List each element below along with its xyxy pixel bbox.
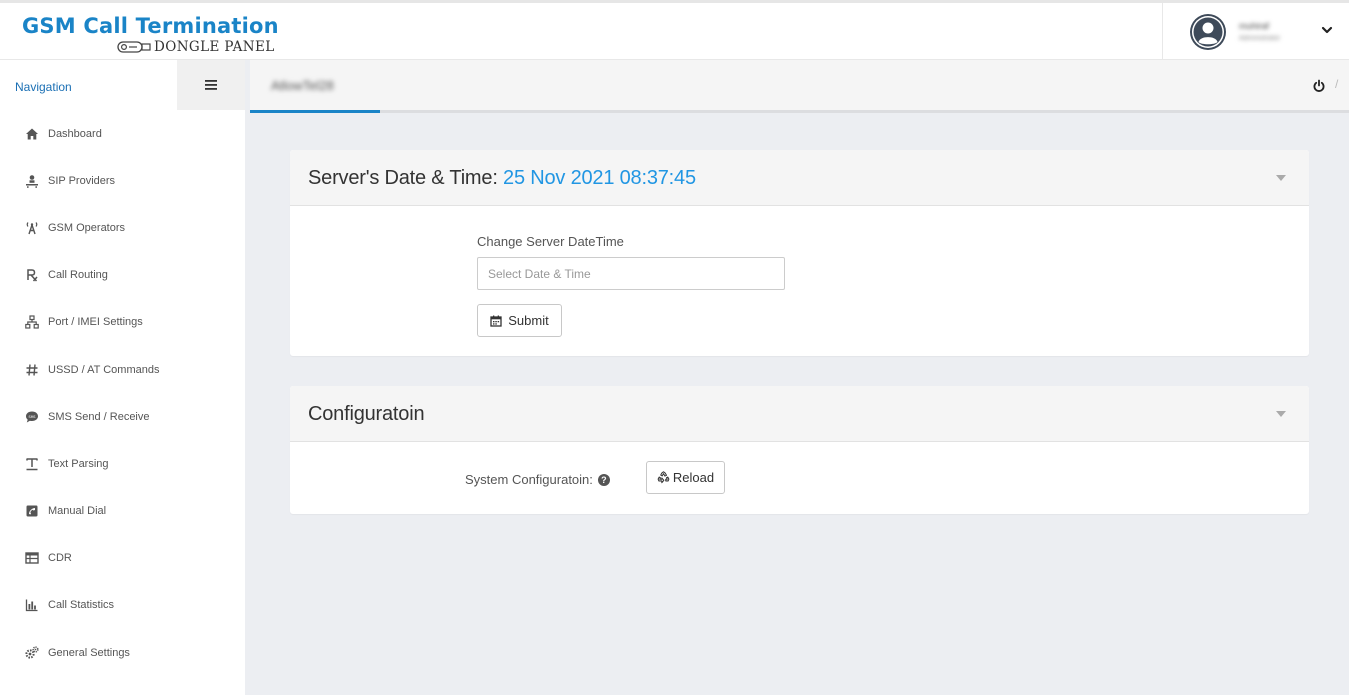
reload-button-label: Reload: [672, 470, 715, 485]
user-name: muhiraf: [1239, 21, 1270, 31]
gears-icon: [24, 645, 40, 661]
sidebar-item-label: General Settings: [48, 646, 130, 659]
sidebar-toggle-button[interactable]: [177, 60, 245, 110]
sidebar-title: Navigation: [15, 80, 72, 94]
sidebar-item-label: CDR: [48, 552, 72, 565]
brand-logo[interactable]: GSM Call Termination DONGLE PANEL: [22, 14, 279, 55]
collapse-caret-icon[interactable]: [1276, 411, 1286, 417]
user-role: Administrator: [1239, 35, 1281, 42]
sidebar-menu: Dashboard SIP Providers GSM Operators Ca…: [0, 110, 245, 676]
user-avatar-icon: [1192, 16, 1224, 48]
hash-icon: [24, 362, 40, 378]
server-datetime-card: Server's Date & Time: 25 Nov 2021 08:37:…: [290, 150, 1309, 356]
sms-icon: SMS: [24, 409, 40, 425]
submit-button[interactable]: Submit: [477, 304, 562, 337]
rx-icon: [24, 267, 40, 283]
sidebar-item-sms-send-receive[interactable]: SMS SMS Send / Receive: [0, 393, 245, 440]
sidebar-item-gsm-operators[interactable]: GSM Operators: [0, 204, 245, 251]
sidebar-item-sip-providers[interactable]: SIP Providers: [0, 157, 245, 204]
tab-active[interactable]: AtlowTel28: [250, 60, 380, 113]
sidebar-header: Navigation: [0, 60, 245, 110]
brand-subtitle-row: DONGLE PANEL: [117, 39, 275, 55]
breadcrumb-separator: /: [1335, 77, 1339, 91]
sidebar-item-port-imei-settings[interactable]: Port / IMEI Settings: [0, 299, 245, 346]
header: GSM Call Termination DONGLE PANEL muhira…: [0, 3, 1349, 60]
submit-button-label: Submit: [508, 313, 549, 328]
sidebar-item-label: GSM Operators: [48, 221, 126, 234]
sidebar-item-cdr[interactable]: CDR: [0, 535, 245, 582]
user-menu[interactable]: muhiraf Administrator: [1162, 3, 1349, 60]
sidebar-item-call-routing[interactable]: Call Routing: [0, 252, 245, 299]
sidebar-item-label: SMS Send / Receive: [48, 410, 150, 423]
change-datetime-label: Change Server DateTime: [477, 234, 624, 249]
configuration-card: Configuratoin System Configuratoin: ? Re…: [290, 386, 1309, 514]
tab-bar: AtlowTel28 /: [250, 60, 1349, 113]
card-title: Server's Date & Time: 25 Nov 2021 08:37:…: [308, 167, 696, 190]
dongle-icon: [117, 41, 151, 53]
dial-icon: [24, 503, 40, 519]
recycle-icon: [657, 471, 670, 484]
avatar[interactable]: [1190, 14, 1226, 50]
server-datetime-value: 25 Nov 2021 08:37:45: [503, 167, 696, 189]
table-icon: [24, 550, 40, 566]
text-icon: [24, 456, 40, 472]
card-header: Server's Date & Time: 25 Nov 2021 08:37:…: [290, 150, 1309, 206]
sidebar-item-label: Manual Dial: [48, 505, 107, 518]
sidebar-item-label: Port / IMEI Settings: [48, 316, 143, 329]
sidebar-item-label: Text Parsing: [48, 457, 109, 470]
collapse-caret-icon[interactable]: [1276, 175, 1286, 181]
sidebar-item-dashboard[interactable]: Dashboard: [0, 110, 245, 157]
card-title-text: Server's Date & Time:: [308, 167, 504, 189]
antenna-icon: [24, 220, 40, 236]
bar-chart-icon: [24, 597, 40, 613]
sidebar-item-call-statistics[interactable]: Call Statistics: [0, 582, 245, 629]
sidebar-item-ussd-at-commands[interactable]: USSD / AT Commands: [0, 346, 245, 393]
system-config-label: System Configuratoin:: [465, 472, 593, 487]
sidebar-item-manual-dial[interactable]: Manual Dial: [0, 488, 245, 535]
card-title: Configuratoin: [308, 403, 425, 425]
sidebar-item-label: Call Statistics: [48, 599, 115, 612]
calendar-icon: [490, 315, 502, 327]
help-icon[interactable]: ?: [597, 473, 610, 486]
sidebar-item-label: USSD / AT Commands: [48, 363, 160, 376]
sip-icon: [24, 173, 40, 189]
home-icon: [24, 126, 40, 142]
hamburger-icon: [205, 80, 217, 90]
sidebar: Navigation Dashboard SIP Providers GSM O…: [0, 60, 245, 695]
sidebar-item-label: SIP Providers: [48, 174, 116, 187]
sidebar-item-label: Call Routing: [48, 269, 108, 282]
svg-text:SMS: SMS: [28, 415, 35, 419]
brand-subtitle: DONGLE PANEL: [154, 39, 275, 55]
tab-active-label: AtlowTel28: [271, 78, 334, 93]
sidebar-item-label: Dashboard: [48, 127, 102, 140]
sidebar-item-text-parsing[interactable]: Text Parsing: [0, 440, 245, 487]
reload-button[interactable]: Reload: [646, 461, 725, 494]
system-config-label-row: System Configuratoin: ?: [465, 472, 610, 487]
network-icon: [24, 314, 40, 330]
datetime-input[interactable]: [477, 257, 785, 290]
power-icon[interactable]: [1312, 79, 1326, 93]
brand-title: GSM Call Termination: [22, 14, 279, 38]
chevron-down-icon[interactable]: [1320, 23, 1334, 37]
sidebar-item-general-settings[interactable]: General Settings: [0, 629, 245, 676]
card-header: Configuratoin: [290, 386, 1309, 442]
